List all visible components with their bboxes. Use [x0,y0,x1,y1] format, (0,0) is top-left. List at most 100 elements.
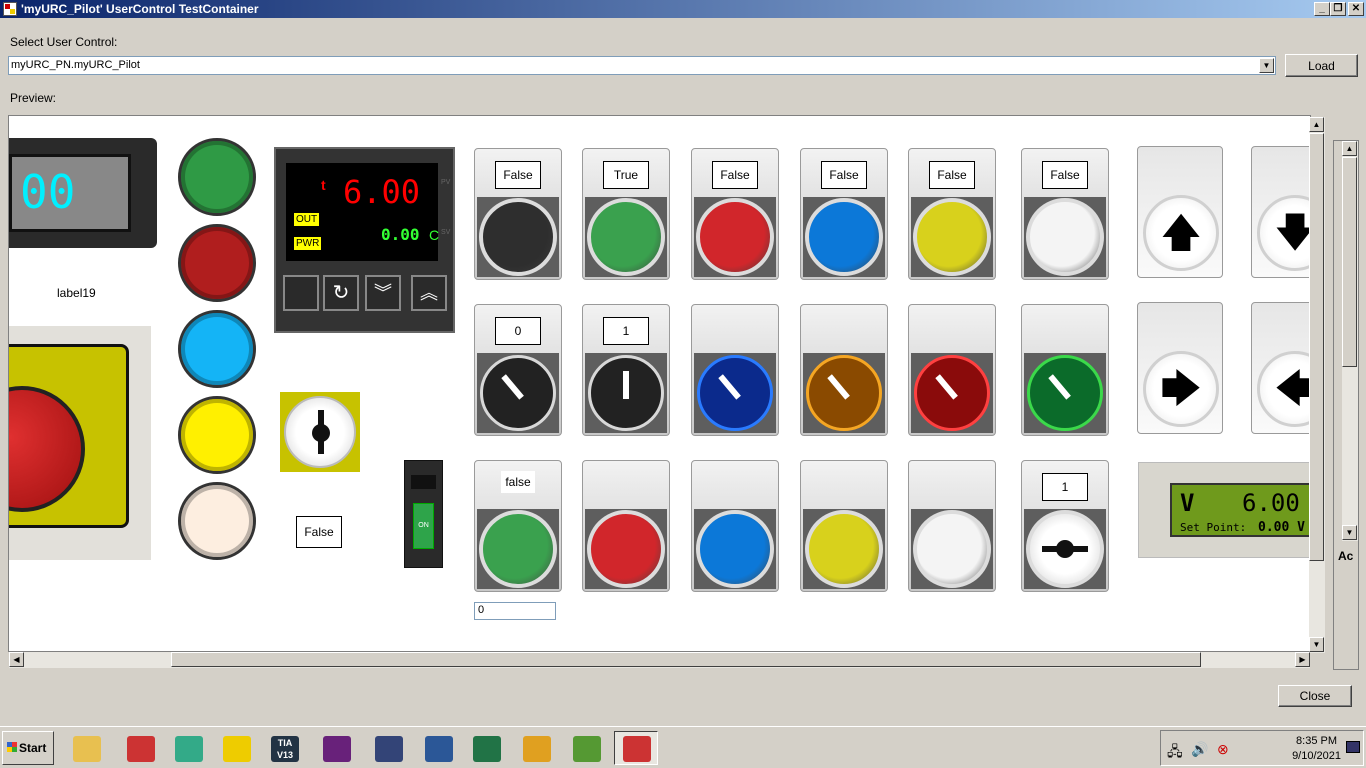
push-button-1[interactable] [479,198,557,276]
refresh-icon[interactable]: ↻ [323,275,359,311]
push-button-tile-2[interactable]: True [582,148,670,280]
selector-tile-3[interactable] [691,304,779,436]
arrow-tile-2[interactable]: 🡇 [1251,146,1310,278]
preview-horizontal-scrollbar[interactable]: ◀ ▶ [9,652,1310,668]
selector-tile-4[interactable] [800,304,888,436]
push-button-3[interactable] [696,198,774,276]
preview-vertical-scrollbar[interactable]: ▲ ▼ [1309,117,1325,653]
automation-studio-icon[interactable] [166,731,210,765]
side-scrollbar[interactable]: ▲ ▼ [1342,141,1358,541]
controller-set-button[interactable] [283,275,319,311]
side-panel: ▲ ▼ Ac [1333,140,1359,670]
explorer-icon[interactable] [64,731,108,765]
side-scroll-up-icon[interactable]: ▲ [1342,141,1357,156]
push-button-5[interactable] [913,198,991,276]
scroll-down-icon[interactable]: ▼ [1309,637,1324,652]
arrow-tile-1[interactable]: 🡅 [1137,146,1223,278]
selector-tile-2-base [585,353,667,433]
push-button-tile-5[interactable]: False [908,148,996,280]
speaker-icon[interactable]: 🔊 [1191,741,1208,758]
word-icon[interactable] [416,731,460,765]
push-button-4[interactable] [805,198,883,276]
scroll-left-icon[interactable]: ◀ [9,652,24,667]
push-button-tile-row3-3[interactable] [691,460,779,592]
key-selector[interactable] [1026,510,1104,588]
user-control-combo[interactable]: myURC_PN.myURC_Pilot ▼ [8,56,1276,75]
alert-icon[interactable]: ⊗ [1217,741,1229,758]
scroll-up-icon[interactable]: ▲ [1309,117,1324,132]
push-button-tile-4[interactable]: False [800,148,888,280]
test-container-icon[interactable] [614,731,658,765]
push-button-tile-row3-4[interactable] [800,460,888,592]
key-selector-tile[interactable]: 1 [1021,460,1109,592]
load-button[interactable]: Load [1285,54,1358,77]
selector-knob-5[interactable] [914,355,990,431]
selector-knob-6[interactable] [1027,355,1103,431]
selector-knob-4[interactable] [806,355,882,431]
visual-studio-icon-glyph [323,736,351,762]
selector-tile-5[interactable] [908,304,996,436]
pilot-light-1[interactable] [178,138,256,216]
push-button-row3-4[interactable] [805,510,883,588]
push-button-row3-1[interactable] [479,510,557,588]
start-button[interactable]: Start [2,731,54,765]
network-icon[interactable]: 🖧 [1167,741,1183,765]
push-button-tile-row3-5[interactable] [908,460,996,592]
scroll-right-icon[interactable]: ▶ [1295,652,1310,667]
chevron-down-icon[interactable]: ▼ [1259,58,1274,73]
push-button-2[interactable] [587,198,665,276]
push-button-6[interactable] [1026,198,1104,276]
selector-tile-1[interactable]: 0 [474,304,562,436]
side-scroll-thumb[interactable] [1342,157,1357,367]
show-desktop-icon[interactable] [1346,741,1360,753]
excel-icon[interactable] [464,731,508,765]
restore-button[interactable]: ❐ [1330,2,1346,16]
push-button-row3-3[interactable] [696,510,774,588]
selector-knob-2[interactable] [588,355,664,431]
push-button-tile-3[interactable]: False [691,148,779,280]
vertical-scroll-thumb[interactable] [1309,133,1324,561]
selector-tile-6[interactable] [1021,304,1109,436]
toggle-switch[interactable]: ON [404,460,443,568]
tia-portal-icon[interactable]: TIA V13 [262,731,306,765]
acrobat-icon-glyph [127,736,155,762]
clock[interactable]: 8:35 PM 9/10/2021 [1292,734,1341,764]
label19: label19 [57,286,96,300]
atom-icon[interactable] [366,731,410,765]
double-chevron-down-icon[interactable]: ︾ [365,275,401,311]
side-scroll-down-icon[interactable]: ▼ [1342,525,1357,540]
minimize-button[interactable]: _ [1314,2,1330,16]
push-button-row3-5[interactable] [913,510,991,588]
pv-tag: PV [441,179,451,186]
selector-knob-1[interactable] [480,355,556,431]
pilot-light-4[interactable] [178,396,256,474]
push-button-tile-1[interactable]: False [474,148,562,280]
state-box: False [495,161,541,189]
pilot-light-5[interactable] [178,482,256,560]
arrow-tile-3[interactable]: 🡆 [1137,302,1223,434]
arrow-tile-4[interactable]: 🡄 [1251,302,1310,434]
sv-tag: SV [441,229,451,236]
row3-input[interactable]: 0 [474,602,556,620]
selector-tile-2[interactable]: 1 [582,304,670,436]
double-chevron-up-icon[interactable]: ︽ [411,275,447,311]
acrobat-icon[interactable] [118,731,162,765]
close-button[interactable]: Close [1278,685,1352,707]
selector-tile-4-base [803,353,885,433]
push-button-row3-2[interactable] [587,510,665,588]
push-button-tile-6[interactable]: False [1021,148,1109,280]
factory-icon[interactable] [514,731,558,765]
selector-knob-3[interactable] [697,355,773,431]
push-button-tile-row3-2[interactable] [582,460,670,592]
horizontal-scroll-thumb[interactable] [171,652,1201,667]
labview-icon[interactable] [214,731,258,765]
key-switch[interactable] [280,392,360,472]
pilot-light-3[interactable] [178,310,256,388]
search-app-icon[interactable] [564,731,608,765]
push-button-tile-row3-1[interactable]: false [474,460,562,592]
close-window-button[interactable]: ✕ [1348,2,1364,16]
selector-mark [718,374,741,400]
visual-studio-icon[interactable] [314,731,358,765]
pilot-light-2[interactable] [178,224,256,302]
title-bar[interactable]: 'myURC_Pilot' UserControl TestContainer … [0,0,1366,18]
